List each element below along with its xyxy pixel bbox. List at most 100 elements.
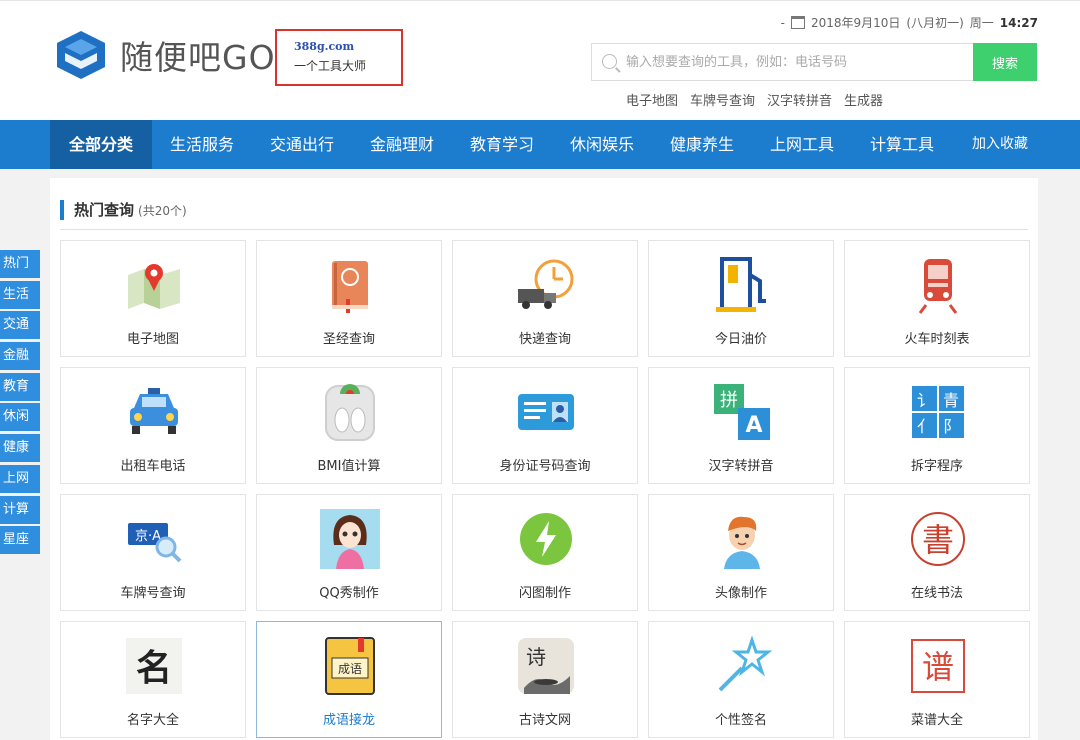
side-tab-finance[interactable]: 金融: [0, 342, 40, 371]
id-card-icon: [518, 394, 574, 430]
side-tab-life[interactable]: 生活: [0, 280, 40, 309]
scale-icon: [325, 384, 375, 441]
tool-tile-split-char[interactable]: 讠 青 亻 阝 拆字程序: [844, 367, 1030, 484]
tool-tile-license-plate[interactable]: 京·A 车牌号查询: [60, 494, 246, 611]
tool-label: 车牌号查询: [120, 586, 186, 601]
lunar-date: (八月初一): [906, 16, 964, 30]
tool-tile-poetry[interactable]: 诗 古诗文网: [452, 621, 638, 738]
tool-tile-map[interactable]: 电子地图: [60, 240, 246, 357]
tool-label: 今日油价: [714, 332, 767, 347]
side-category-tabs: 热门 生活 交通 金融 教育 休闲 健康 上网 计算 星座: [0, 250, 40, 557]
hot-link[interactable]: 车牌号查询: [690, 90, 755, 109]
signature-star-icon: [718, 636, 772, 692]
nav-item-all[interactable]: 全部分类: [50, 120, 152, 169]
side-tab-health[interactable]: 健康: [0, 434, 40, 463]
side-tab-horoscope[interactable]: 星座: [0, 526, 40, 555]
side-tab-traffic[interactable]: 交通: [0, 311, 40, 340]
side-tab-hot[interactable]: 热门: [0, 250, 40, 278]
nav-item-calculate[interactable]: 计算工具: [852, 120, 952, 169]
tool-label: 圣经查询: [322, 332, 375, 347]
train-icon: [918, 259, 958, 314]
tool-tile-bmi[interactable]: BMI值计算: [256, 367, 442, 484]
side-tab-education[interactable]: 教育: [0, 372, 40, 401]
side-tab-leisure[interactable]: 休闲: [0, 403, 40, 432]
tool-tile-bible[interactable]: 圣经查询: [256, 240, 442, 357]
svg-text:A: A: [745, 413, 762, 438]
svg-text:成语: 成语: [338, 662, 362, 676]
promo-box: 388g.com 一个工具大师: [275, 29, 403, 86]
nav-item-education[interactable]: 教育学习: [452, 120, 552, 169]
tool-tile-signature[interactable]: 个性签名: [648, 621, 834, 738]
brand-name[interactable]: 随便吧GO: [120, 31, 276, 79]
date-line: - 2018年9月10日 (八月初一) 周一 14:27: [781, 14, 1038, 31]
tool-tile-avatar[interactable]: 头像制作: [648, 494, 834, 611]
tool-label: 古诗文网: [518, 713, 571, 728]
tool-label: 汉字转拼音: [708, 459, 774, 474]
search-input[interactable]: [626, 44, 966, 80]
tool-tile-taxi[interactable]: 出租车电话: [60, 367, 246, 484]
svg-text:拼: 拼: [720, 390, 738, 411]
tool-tile-recipe[interactable]: 谱 菜谱大全: [844, 621, 1030, 738]
promo-domain: 388g.com: [294, 40, 355, 53]
tool-label: 拆字程序: [910, 459, 963, 474]
svg-text:書: 書: [922, 521, 954, 559]
tool-tile-calligraphy[interactable]: 書 在线书法: [844, 494, 1030, 611]
date-prefix: -: [780, 15, 785, 30]
calligraphy-seal-icon: 書: [911, 512, 965, 566]
nav-item-traffic[interactable]: 交通出行: [252, 120, 352, 169]
hot-tools-panel: 热门查询 (共20个) 电子地图 圣经查询 快递查询 今日油价 火车时刻表 出租…: [50, 178, 1038, 740]
tool-tile-oil-price[interactable]: 今日油价: [648, 240, 834, 357]
svg-text:名: 名: [136, 647, 172, 689]
section-count: (共20个): [138, 204, 187, 218]
tool-label: 闪图制作: [518, 586, 571, 601]
search-button[interactable]: 搜索: [973, 43, 1037, 81]
tool-tile-flash-image[interactable]: 闪图制作: [452, 494, 638, 611]
nav-item-internet[interactable]: 上网工具: [752, 120, 852, 169]
recipe-seal-icon: 谱: [911, 639, 965, 693]
tool-tile-names[interactable]: 名 名字大全: [60, 621, 246, 738]
site-header: 随便吧GO 388g.com 一个工具大师 - 2018年9月10日 (八月初一…: [0, 0, 1080, 120]
nav-item-life[interactable]: 生活服务: [152, 120, 252, 169]
hot-link[interactable]: 电子地图: [626, 90, 678, 109]
side-tab-calculate[interactable]: 计算: [0, 495, 40, 524]
tool-label: 快递查询: [518, 332, 571, 347]
tool-label: 身份证号码查询: [499, 459, 591, 474]
svg-text:诗: 诗: [526, 645, 546, 669]
clock-time: 14:27: [999, 15, 1038, 30]
nav-item-finance[interactable]: 金融理财: [352, 120, 452, 169]
svg-text:谱: 谱: [922, 648, 954, 686]
hot-link[interactable]: 汉字转拼音: [767, 90, 832, 109]
tool-tile-id-card[interactable]: 身份证号码查询: [452, 367, 638, 484]
qq-show-girl-icon: [320, 509, 380, 569]
promo-slogan: 一个工具大师: [294, 59, 367, 73]
svg-text:亻: 亻: [917, 417, 933, 436]
nav-item-leisure[interactable]: 休闲娱乐: [552, 120, 652, 169]
tool-tile-idiom[interactable]: 成语 成语接龙: [256, 621, 442, 738]
delivery-truck-icon: [518, 259, 574, 309]
hot-search-links: 电子地图 车牌号查询 汉字转拼音 生成器: [626, 90, 883, 109]
tool-label: 出租车电话: [120, 459, 186, 474]
section-title: 热门查询 (共20个): [60, 200, 187, 220]
pinyin-icon: 拼 A: [714, 384, 770, 440]
tool-tile-pinyin[interactable]: 拼 A 汉字转拼音: [648, 367, 834, 484]
tool-label: 头像制作: [714, 586, 767, 601]
split-character-icon: 讠 青 亻 阝: [912, 386, 964, 438]
idiom-book-icon: 成语: [325, 637, 375, 695]
avatar-boy-icon: [724, 516, 760, 569]
tool-tile-qq-show[interactable]: QQ秀制作: [256, 494, 442, 611]
logo-icon[interactable]: [55, 29, 107, 81]
tool-label: BMI值计算: [317, 459, 381, 474]
hot-link[interactable]: 生成器: [844, 90, 883, 109]
section-divider: [60, 229, 1028, 230]
tool-label: 火车时刻表: [904, 332, 970, 347]
calendar-icon: [790, 16, 805, 29]
nav-item-health[interactable]: 健康养生: [652, 120, 752, 169]
tool-label: 菜谱大全: [910, 713, 963, 728]
side-tab-internet[interactable]: 上网: [0, 464, 40, 493]
tool-tile-train[interactable]: 火车时刻表: [844, 240, 1030, 357]
nav-item-favorite[interactable]: 加入收藏: [952, 120, 1048, 169]
name-calligraphy-icon: 名: [126, 638, 182, 694]
tool-label: QQ秀制作: [319, 586, 379, 601]
tool-tile-express[interactable]: 快递查询: [452, 240, 638, 357]
map-icon: [128, 264, 180, 309]
